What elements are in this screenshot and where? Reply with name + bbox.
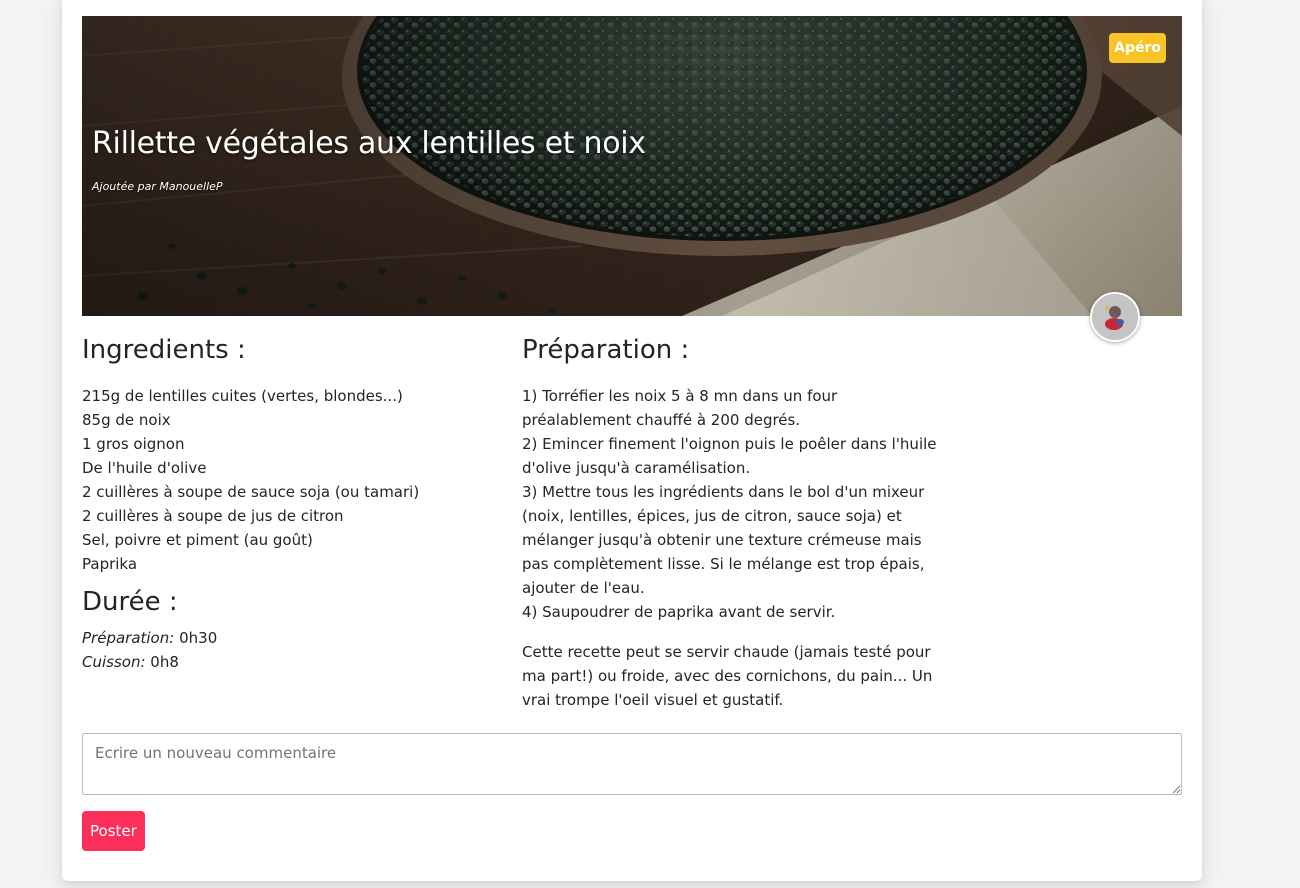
preparation-line: 4) Saupoudrer de paprika avant de servir… [522,603,836,621]
recipe-author: Ajoutée par ManouelleP [92,180,223,193]
ingredient-item: Paprika [82,555,138,573]
comment-input[interactable] [82,733,1182,795]
preparation-line: pas complètement lisse. Si le mélange es… [522,555,925,573]
ingredients-list: 215g de lentilles cuites (vertes, blonde… [82,384,502,576]
ingredient-item: 2 cuillères à soupe de sauce soja (ou ta… [82,483,420,501]
preparation-line: 1) Torréfier les noix 5 à 8 mn dans un f… [522,387,838,405]
preparation-heading: Préparation : [522,335,690,365]
recipe-note: Cette recette peut se servir chaude (jam… [522,640,962,712]
preparation-line: préalablement chauffé à 200 degrés. [522,411,801,429]
lentils-photo [82,16,1182,316]
cook-time-label: Cuisson: [82,653,146,671]
preparation-steps: 1) Torréfier les noix 5 à 8 mn dans un f… [522,384,962,624]
cook-time: Cuisson: 0h8 [82,650,502,674]
preparation-line: ajouter de l'eau. [522,579,645,597]
avatar-icon [1092,294,1138,340]
ingredient-item: 1 gros oignon [82,435,185,453]
prep-time-value: 0h30 [179,629,218,647]
preparation-column: Préparation : 1) Torréfier les noix 5 à … [522,334,962,712]
note-line: Cette recette peut se servir chaude (jam… [522,643,931,661]
ingredients-heading: Ingredients : [82,335,246,365]
prep-time: Préparation: 0h30 [82,626,502,650]
note-line: ma part!) ou froide, avec des cornichons… [522,667,933,685]
ingredient-item: 215g de lentilles cuites (vertes, blonde… [82,387,403,405]
prep-time-label: Préparation: [82,629,175,647]
preparation-line: 3) Mettre tous les ingrédients dans le b… [522,483,925,501]
post-comment-button[interactable]: Poster [82,811,145,851]
ingredient-item: 85g de noix [82,411,171,429]
author-avatar[interactable] [1090,292,1140,342]
ingredient-item: De l'huile d'olive [82,459,207,477]
recipe-card: Rillette végétales aux lentilles et noix… [62,0,1202,881]
preparation-line: mélanger jusqu'à obtenir une texture cré… [522,531,922,549]
preparation-line: (noix, lentilles, épices, jus de citron,… [522,507,902,525]
ingredient-item: Sel, poivre et piment (au goût) [82,531,313,549]
note-line: vrai trompe l'oeil visuel et gustatif. [522,691,784,709]
recipe-hero-image: Rillette végétales aux lentilles et noix… [82,16,1182,316]
preparation-line: 2) Emincer finement l'oignon puis le poê… [522,435,937,453]
ingredients-column: Ingredients : 215g de lentilles cuites (… [82,334,502,674]
category-badge[interactable]: Apéro [1109,33,1166,63]
duration-heading: Durée : [82,587,178,617]
preparation-line: d'olive jusqu'à caramélisation. [522,459,751,477]
ingredient-item: 2 cuillères à soupe de jus de citron [82,507,344,525]
recipe-title: Rillette végétales aux lentilles et noix [92,126,646,161]
cook-time-value: 0h8 [150,653,179,671]
